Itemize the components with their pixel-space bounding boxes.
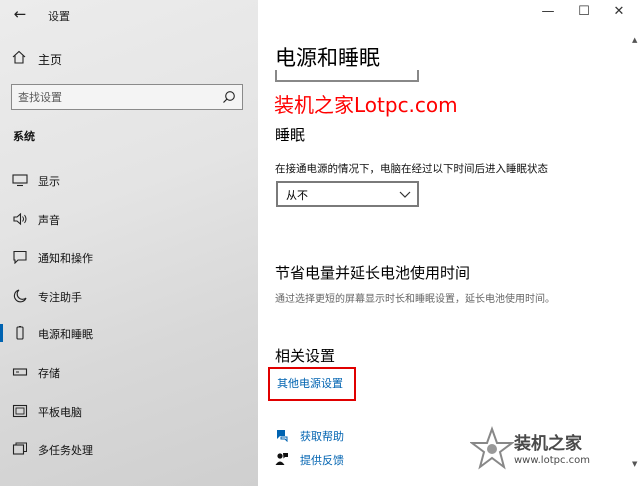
- moon-icon: [13, 289, 27, 303]
- logo-brand-text: 装机之家: [514, 434, 582, 454]
- sleep-timeout-dropdown[interactable]: 从不: [276, 181, 419, 207]
- search-box[interactable]: [11, 84, 243, 110]
- feedback-person-icon: [275, 453, 288, 465]
- back-button[interactable]: ←: [10, 6, 30, 22]
- sidebar-item-label: 主页: [38, 53, 63, 67]
- sidebar-item-display[interactable]: 显示: [0, 165, 258, 195]
- search-input[interactable]: [18, 88, 214, 106]
- help-chat-icon: [277, 430, 288, 442]
- sidebar-item-label: 电源和睡眠: [38, 328, 93, 341]
- screen-timeout-dropdown-partial[interactable]: [275, 70, 419, 82]
- sidebar-item-label: 专注助手: [38, 291, 82, 304]
- sidebar: ← 设置 主页 系统 显示 声音 通知和操作: [0, 0, 258, 486]
- related-settings-heading: 相关设置: [275, 347, 336, 365]
- sidebar-item-label: 显示: [38, 175, 60, 188]
- dropdown-value: 从不: [286, 189, 308, 202]
- sleep-description: 在接通电源的情况下，电脑在经过以下时间后进入睡眠状态: [275, 163, 548, 175]
- page-title: 电源和睡眠: [275, 46, 380, 70]
- sidebar-item-label: 声音: [38, 214, 60, 227]
- section-label: 系统: [13, 130, 35, 143]
- sidebar-item-label: 平板电脑: [38, 406, 82, 419]
- battery-description: 通过选择更短的屏幕显示时长和睡眠设置，延长电池使用时间。: [275, 294, 555, 305]
- app-title: 设置: [48, 10, 70, 23]
- sidebar-item-tablet[interactable]: 平板电脑: [0, 396, 258, 426]
- sidebar-item-focus-assist[interactable]: 专注助手: [0, 281, 258, 311]
- sidebar-item-label: 存储: [38, 367, 60, 380]
- scrollbar[interactable]: ▲ ▼: [632, 4, 637, 482]
- sidebar-item-notifications[interactable]: 通知和操作: [0, 242, 258, 272]
- home-icon: [12, 50, 26, 64]
- main-content: 电源和睡眠 装机之家Lotpc.com 睡眠 在接通电源的情况下，电脑在经过以下…: [258, 0, 640, 486]
- multitask-icon: [12, 442, 27, 455]
- sidebar-item-storage[interactable]: 存储: [0, 357, 258, 387]
- scroll-up-arrow-icon[interactable]: ▲: [632, 36, 637, 44]
- power-icon: [16, 326, 24, 340]
- sidebar-item-home[interactable]: 主页: [0, 46, 258, 70]
- logo-watermark: 装机之家 www.lotpc.com: [470, 425, 638, 483]
- watermark-text: 装机之家Lotpc.com: [274, 93, 458, 117]
- storage-icon: [12, 368, 28, 376]
- sidebar-item-sound[interactable]: 声音: [0, 204, 258, 234]
- other-power-settings-link[interactable]: 其他电源设置: [277, 375, 343, 391]
- active-indicator: [0, 324, 3, 342]
- star-logo-icon: [470, 426, 514, 470]
- sidebar-item-label: 多任务处理: [38, 444, 93, 457]
- monitor-icon: [12, 174, 28, 187]
- sidebar-item-multitasking[interactable]: 多任务处理: [0, 434, 258, 464]
- get-help-link[interactable]: 获取帮助: [275, 425, 395, 445]
- search-icon[interactable]: [222, 90, 236, 104]
- speaker-icon: [13, 212, 27, 226]
- chevron-down-icon: [399, 191, 411, 198]
- sidebar-item-label: 通知和操作: [38, 252, 93, 265]
- battery-heading: 节省电量并延长电池使用时间: [275, 264, 471, 282]
- give-feedback-label: 提供反馈: [300, 454, 344, 467]
- notification-icon: [13, 250, 27, 264]
- sleep-heading: 睡眠: [275, 126, 306, 144]
- logo-url-text: www.lotpc.com: [514, 455, 590, 466]
- tablet-icon: [12, 404, 28, 418]
- highlight-box: 其他电源设置: [268, 367, 356, 401]
- sidebar-item-power-sleep[interactable]: 电源和睡眠: [0, 318, 258, 348]
- give-feedback-link[interactable]: 提供反馈: [275, 449, 395, 469]
- get-help-label: 获取帮助: [300, 430, 344, 443]
